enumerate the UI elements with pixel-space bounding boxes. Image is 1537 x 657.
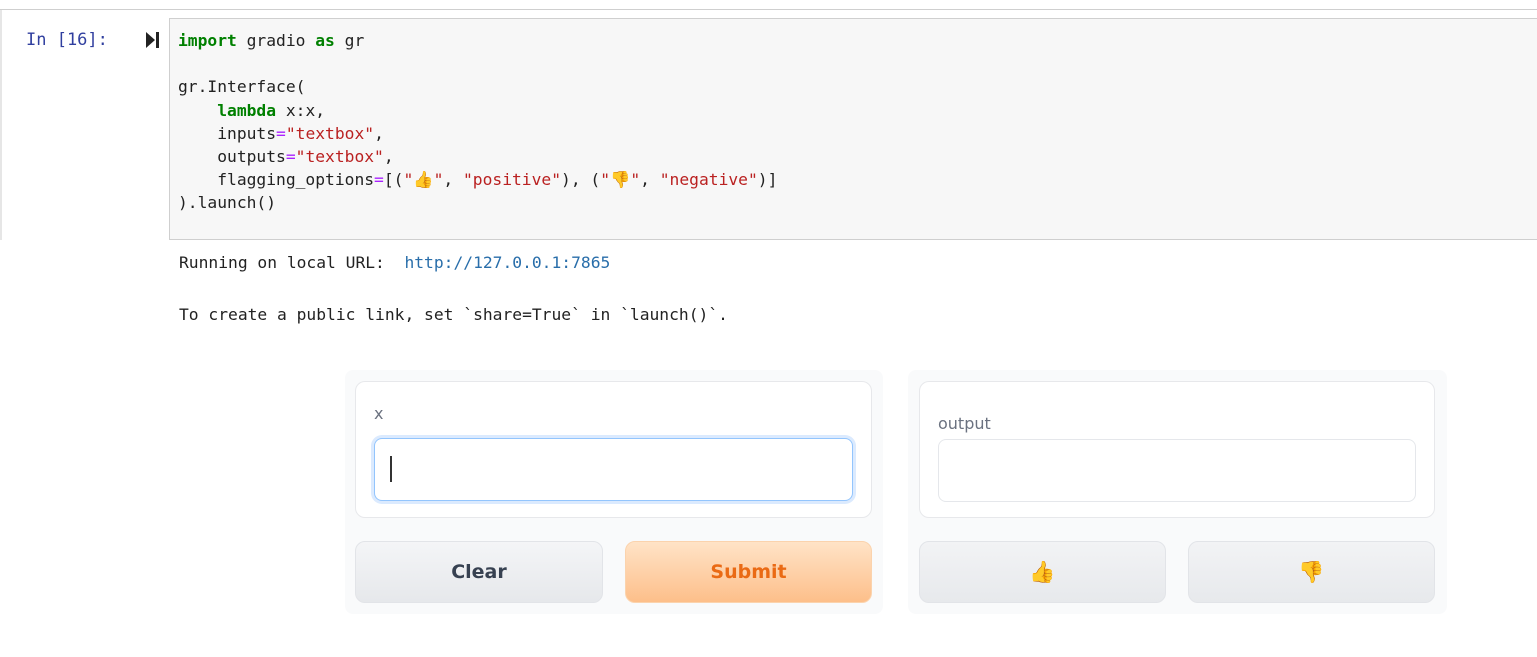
code-token: [(: [383, 170, 404, 190]
code-editor[interactable]: import gradio as gr gr.Interface( lambda…: [178, 29, 777, 215]
gradio-input-column: x Clear Submit: [345, 370, 883, 614]
code-token: ).launch(): [178, 193, 277, 213]
thumbs-up-icon: 👍: [1029, 559, 1056, 584]
cell-selection-bar: [0, 10, 2, 240]
cell-prompt: In [16]:: [26, 30, 108, 50]
code-token: ), (: [561, 170, 601, 190]
text-caret: [390, 456, 392, 482]
code-token: ": [600, 170, 611, 190]
code-token: ": [403, 170, 414, 190]
output-running-prefix: Running on local URL:: [179, 253, 405, 272]
output-label: output: [938, 414, 991, 433]
code-token: ,: [374, 123, 384, 143]
code-token: as: [315, 31, 335, 50]
code-token: lambda: [217, 100, 277, 120]
thumbs-down-icon: 👎: [610, 170, 631, 190]
code-token: gr: [334, 31, 365, 50]
code-token: "textbox": [285, 123, 375, 143]
code-token: ,: [443, 170, 463, 190]
code-token: x:x,: [276, 100, 326, 120]
output-textbox: [938, 439, 1416, 502]
output-textbox-panel: output: [919, 381, 1435, 518]
code-token: "positive": [462, 170, 562, 190]
code-token: outputs: [178, 147, 286, 167]
code-token: =: [285, 147, 296, 167]
notebook-top-border: [0, 9, 1537, 10]
code-token: gradio: [236, 31, 316, 50]
thumbs-up-icon: 👍: [413, 170, 434, 190]
input-textbox-panel: x: [355, 381, 872, 518]
code-token: flagging_options: [178, 170, 375, 190]
code-token: ,: [383, 147, 394, 167]
clear-button[interactable]: Clear: [355, 541, 603, 603]
code-token: "negative": [659, 170, 758, 190]
code-token: "textbox": [295, 147, 384, 167]
code-token: import: [178, 31, 237, 50]
flag-negative-button[interactable]: 👎: [1188, 541, 1435, 603]
code-token: ,: [640, 170, 660, 190]
code-token: =: [374, 170, 384, 190]
code-token: gr.Interface(: [178, 77, 306, 97]
output-running-line: Running on local URL: http://127.0.0.1:7…: [179, 253, 610, 272]
submit-button[interactable]: Submit: [625, 541, 872, 603]
flag-positive-button[interactable]: 👍: [919, 541, 1166, 603]
code-token: =: [276, 123, 286, 143]
input-textbox[interactable]: [374, 438, 853, 501]
code-token: ": [433, 170, 444, 190]
thumbs-down-icon: 👎: [1298, 559, 1325, 584]
code-token: ": [630, 170, 641, 190]
local-url-link[interactable]: http://127.0.0.1:7865: [404, 253, 610, 272]
input-label: x: [374, 404, 384, 423]
run-cell-icon[interactable]: [146, 31, 160, 49]
output-public-hint: To create a public link, set `share=True…: [179, 305, 728, 324]
code-token: )]: [757, 170, 778, 190]
code-token: inputs: [178, 123, 277, 143]
gradio-output-column: output 👍 👎: [908, 370, 1447, 614]
